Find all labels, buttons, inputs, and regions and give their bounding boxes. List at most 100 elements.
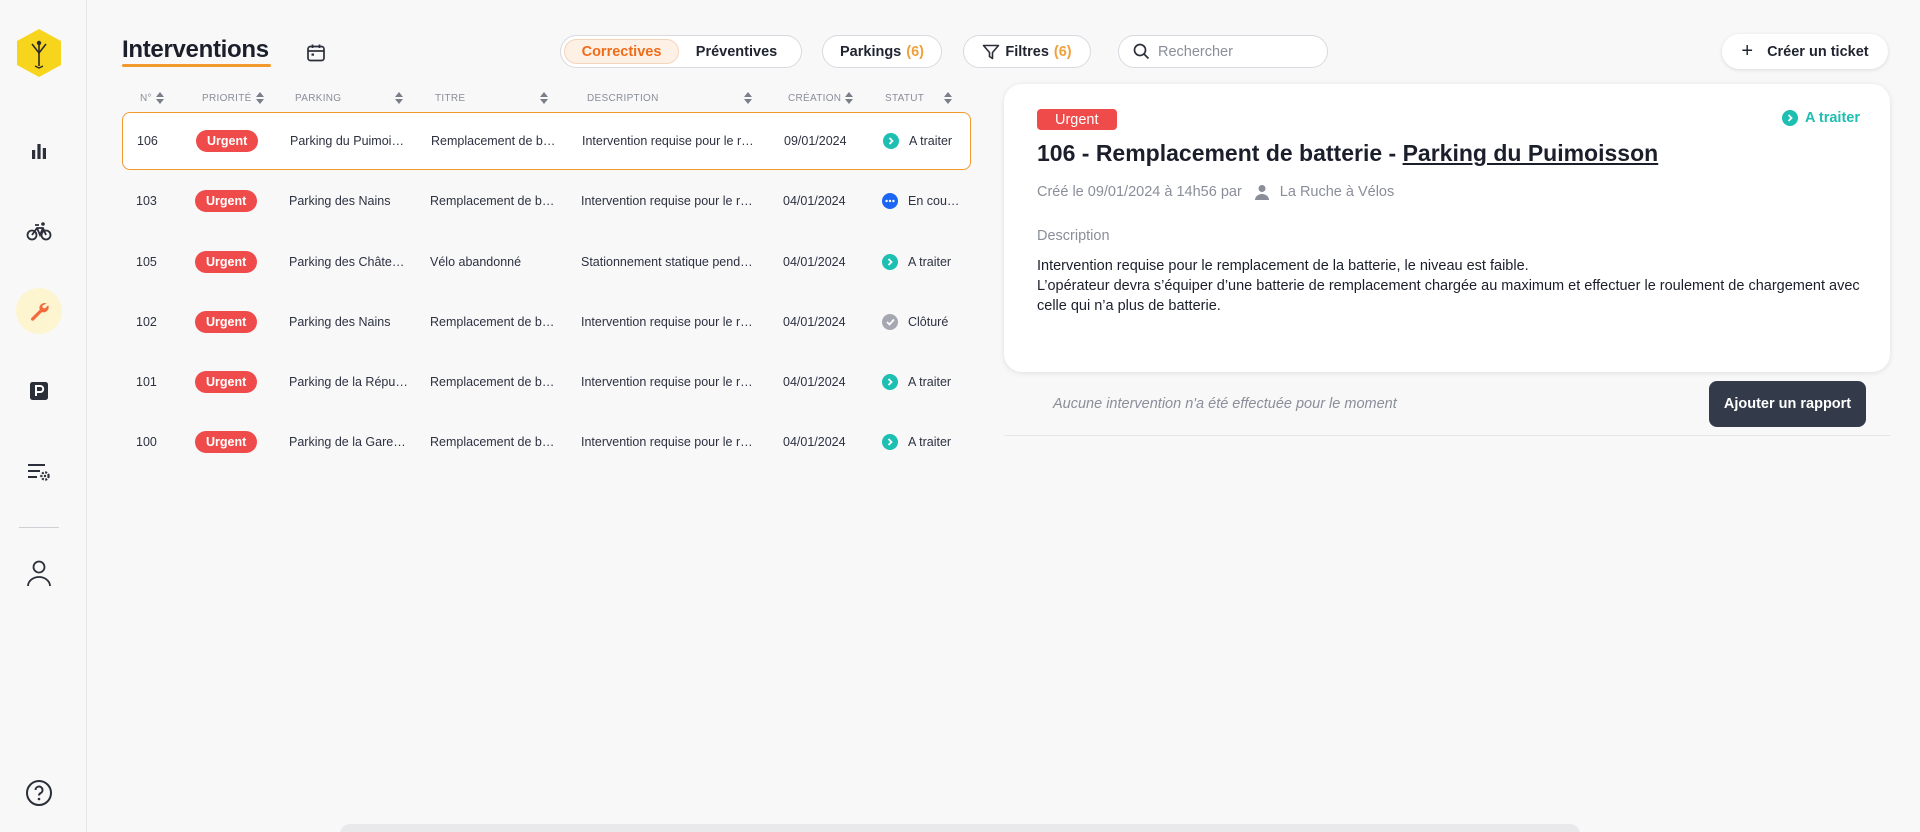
row-number: 102 xyxy=(136,315,157,329)
stats-icon xyxy=(32,144,46,159)
row-created: 09/01/2024 xyxy=(784,134,847,148)
wrench-icon xyxy=(31,303,49,321)
row-number: 105 xyxy=(136,255,157,269)
check-icon xyxy=(882,314,898,330)
ellipsis-icon xyxy=(882,193,898,209)
row-parking: Parking de la Répu… xyxy=(289,375,407,389)
sidebar xyxy=(0,0,87,832)
table-row[interactable]: 101 Urgent Parking de la Répu… Remplacem… xyxy=(122,353,971,411)
parkings-label: Parkings xyxy=(840,43,902,60)
row-number: 103 xyxy=(136,194,157,208)
add-report-button[interactable]: Ajouter un rapport xyxy=(1709,381,1866,427)
row-parking: Parking de la Gare… xyxy=(289,435,406,449)
no-report-text: Aucune intervention n'a été effectuée po… xyxy=(1053,396,1397,412)
priority-badge: Urgent xyxy=(195,311,258,333)
chevron-right-icon xyxy=(883,133,899,149)
row-created: 04/01/2024 xyxy=(783,435,846,449)
create-ticket-label: Créer un ticket xyxy=(1767,43,1869,60)
logo-icon[interactable] xyxy=(15,28,63,78)
row-parking: Parking des Nains xyxy=(289,315,391,329)
chevron-right-icon xyxy=(882,254,898,270)
sidebar-item-parkings[interactable] xyxy=(16,368,62,414)
calendar-button[interactable] xyxy=(303,40,329,66)
row-description: Intervention requise pour le r… xyxy=(581,315,753,329)
column-header-parking[interactable]: PARKING xyxy=(295,92,403,104)
row-title: Remplacement de b… xyxy=(430,315,555,329)
row-description: Stationnement statique pend… xyxy=(581,255,753,269)
row-parking: Parking des Châte… xyxy=(289,255,405,269)
user-icon xyxy=(27,560,51,587)
bottom-scrollbar[interactable] xyxy=(340,824,1580,832)
row-description: Intervention requise pour le r… xyxy=(581,194,753,208)
tab-preventives[interactable]: Préventives xyxy=(679,39,794,64)
search-input[interactable] xyxy=(1158,43,1318,60)
filters-count: (6) xyxy=(1053,43,1072,60)
sort-icon xyxy=(395,92,403,104)
row-status: Clôturé xyxy=(908,315,949,329)
sort-icon xyxy=(155,92,164,104)
chevron-right-icon xyxy=(1781,110,1798,126)
intervention-detail-card: Urgent A traiter 106 - Remplacement de b… xyxy=(1004,84,1890,372)
row-title: Remplacement de b… xyxy=(431,134,556,148)
row-title: Remplacement de b… xyxy=(430,375,555,389)
filters-button[interactable]: Filtres (6) xyxy=(963,35,1091,68)
settings-list-icon xyxy=(28,464,50,481)
row-title: Remplacement de b… xyxy=(430,194,555,208)
detail-meta: Créé le 09/01/2024 à 14h56 par La Ruche … xyxy=(1037,184,1394,200)
type-toggle: Correctives Préventives xyxy=(560,35,802,68)
calendar-icon xyxy=(307,44,325,62)
tab-correctives[interactable]: Correctives xyxy=(564,39,679,64)
sidebar-item-stats[interactable] xyxy=(16,128,62,174)
sidebar-item-settings[interactable] xyxy=(16,449,62,495)
priority-badge: Urgent xyxy=(195,251,258,273)
table-row[interactable]: 106 Urgent Parking du Puimoi… Remplaceme… xyxy=(122,112,971,170)
sort-icon xyxy=(255,92,264,104)
sidebar-item-interventions[interactable] xyxy=(16,288,62,334)
column-header-number[interactable]: N° xyxy=(140,92,164,104)
user-icon xyxy=(1254,185,1269,200)
row-created: 04/01/2024 xyxy=(783,194,846,208)
chevron-right-icon xyxy=(882,374,898,390)
sidebar-divider xyxy=(19,527,59,528)
filters-label: Filtres xyxy=(1005,43,1049,60)
row-status: A traiter xyxy=(908,255,952,269)
detail-title: 106 - Remplacement de batterie - Parking… xyxy=(1037,140,1659,166)
plus-icon: + xyxy=(1741,40,1754,62)
sort-icon xyxy=(744,92,752,104)
column-header-description[interactable]: DESCRIPTION xyxy=(587,92,752,104)
row-description: Intervention requise pour le r… xyxy=(581,435,753,449)
sidebar-item-help[interactable] xyxy=(16,770,62,816)
table-header: N° PRIORITÉ PARKING TITRE DESCRIPTION CR… xyxy=(122,90,972,106)
detail-status-label: A traiter xyxy=(1804,110,1860,126)
search-icon xyxy=(1133,43,1150,60)
parkings-count: (6) xyxy=(906,43,924,60)
row-created: 04/01/2024 xyxy=(783,315,846,329)
sidebar-item-bikes[interactable] xyxy=(16,208,62,254)
page-title: Interventions xyxy=(122,36,269,63)
sort-icon xyxy=(944,92,952,104)
priority-badge: Urgent xyxy=(195,190,258,212)
priority-badge: Urgent xyxy=(195,431,258,453)
table-row[interactable]: 105 Urgent Parking des Châte… Vélo aband… xyxy=(122,233,971,291)
column-header-status[interactable]: STATUT xyxy=(885,92,952,104)
table-row[interactable]: 103 Urgent Parking des Nains Remplacemen… xyxy=(122,172,971,230)
row-created: 04/01/2024 xyxy=(783,255,846,269)
column-header-priority[interactable]: PRIORITÉ xyxy=(202,92,264,104)
parking-icon xyxy=(30,382,48,400)
detail-status[interactable]: A traiter xyxy=(1781,110,1860,126)
column-header-created[interactable]: CRÉATION xyxy=(788,92,854,104)
row-number: 106 xyxy=(137,134,158,148)
row-title: Remplacement de b… xyxy=(430,435,555,449)
created-text: Créé le 09/01/2024 à 14h56 par xyxy=(1037,184,1242,200)
table-row[interactable]: 100 Urgent Parking de la Gare… Remplacem… xyxy=(122,413,971,471)
parkings-filter-button[interactable]: Parkings (6) xyxy=(822,35,942,68)
report-bar: Aucune intervention n'a été effectuée po… xyxy=(1004,372,1890,436)
parking-link[interactable]: Parking du Puimoisson xyxy=(1403,140,1659,166)
column-header-title[interactable]: TITRE xyxy=(435,92,548,104)
priority-badge: Urgent xyxy=(195,371,258,393)
create-ticket-button[interactable]: + Créer un ticket xyxy=(1722,34,1888,69)
row-title: Vélo abandonné xyxy=(430,255,522,269)
row-status: A traiter xyxy=(909,134,953,148)
table-row[interactable]: 102 Urgent Parking des Nains Remplacemen… xyxy=(122,293,971,351)
sidebar-item-account[interactable] xyxy=(16,550,62,596)
